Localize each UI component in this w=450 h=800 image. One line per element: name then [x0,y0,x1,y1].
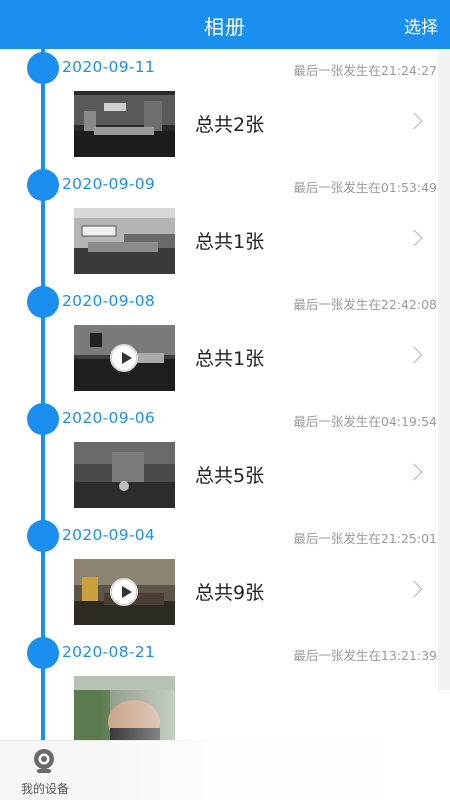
last-capture-time: 最后一张发生在21:25:01 [293,531,437,546]
play-icon[interactable] [110,578,138,606]
last-capture-time: 最后一张发生在04:19:54 [293,414,437,429]
thumbnail-image[interactable] [74,676,175,740]
timeline-dot [27,637,59,669]
timeline-dot [27,286,59,318]
chevron-right-icon [405,580,423,598]
album-group: 2020-09-04 最后一张发生在21:25:01 总共9张 [0,517,450,634]
last-capture-time: 最后一张发生在21:24:27 [293,63,437,78]
app-header: 相册 选择 [0,0,450,49]
album-group: 2020-09-08 最后一张发生在22:42:08 总共1张 [0,283,450,400]
select-button[interactable]: 选择 [404,13,438,38]
album-row[interactable]: 总共2张 [74,91,438,157]
album-row[interactable]: 总共5张 [74,442,438,508]
album-row[interactable]: 总共1张 [74,325,438,391]
album-timeline[interactable]: 2020-09-11 最后一张发生在21:24:27 总共2张 2020-09-… [0,49,450,740]
photo-count: 总共1张 [195,231,265,253]
group-date: 2020-09-11 [62,58,156,76]
album-row[interactable] [74,676,438,740]
chevron-right-icon [405,346,423,364]
photo-count: 总共5张 [195,465,265,487]
page-title: 相册 [204,15,246,39]
album-group: 2020-09-11 最后一张发生在21:24:27 总共2张 [0,49,450,166]
bottom-navigation: 我的设备 [0,740,450,800]
timeline-dot [27,403,59,435]
album-row[interactable]: 总共9张 [74,559,438,625]
group-date: 2020-09-04 [62,526,156,544]
timeline-dot [27,52,59,84]
group-date: 2020-08-21 [62,643,156,661]
chevron-right-icon [405,112,423,130]
last-capture-time: 最后一张发生在01:53:49 [293,180,437,195]
last-capture-time: 最后一张发生在13:21:39 [293,648,437,663]
chevron-right-icon [405,463,423,481]
play-icon[interactable] [110,344,138,372]
tab-label: 我的设备 [20,782,69,796]
thumbnail-image[interactable] [74,442,175,508]
tab-my-devices[interactable]: 我的设备 [10,747,80,797]
group-date: 2020-09-08 [62,292,156,310]
group-date: 2020-09-06 [62,409,156,427]
chevron-right-icon [405,229,423,247]
photo-count: 总共2张 [195,114,265,136]
last-capture-time: 最后一张发生在22:42:08 [293,297,437,312]
thumbnail-video[interactable] [74,325,175,391]
album-group: 2020-08-21 最后一张发生在13:21:39 [0,634,450,740]
album-group: 2020-09-06 最后一张发生在04:19:54 总共5张 [0,400,450,517]
album-group: 2020-09-09 最后一张发生在01:53:49 总共1张 [0,166,450,283]
thumbnail-video[interactable] [74,559,175,625]
thumbnail-image[interactable] [74,208,175,274]
scrollbar[interactable] [438,49,450,740]
group-date: 2020-09-09 [62,175,156,193]
thumbnail-image[interactable] [74,91,175,157]
album-row[interactable]: 总共1张 [74,208,438,274]
photo-count: 总共1张 [195,348,265,370]
camera-device-icon [30,747,58,775]
timeline-dot [27,520,59,552]
timeline-dot [27,169,59,201]
photo-count: 总共9张 [195,582,265,604]
